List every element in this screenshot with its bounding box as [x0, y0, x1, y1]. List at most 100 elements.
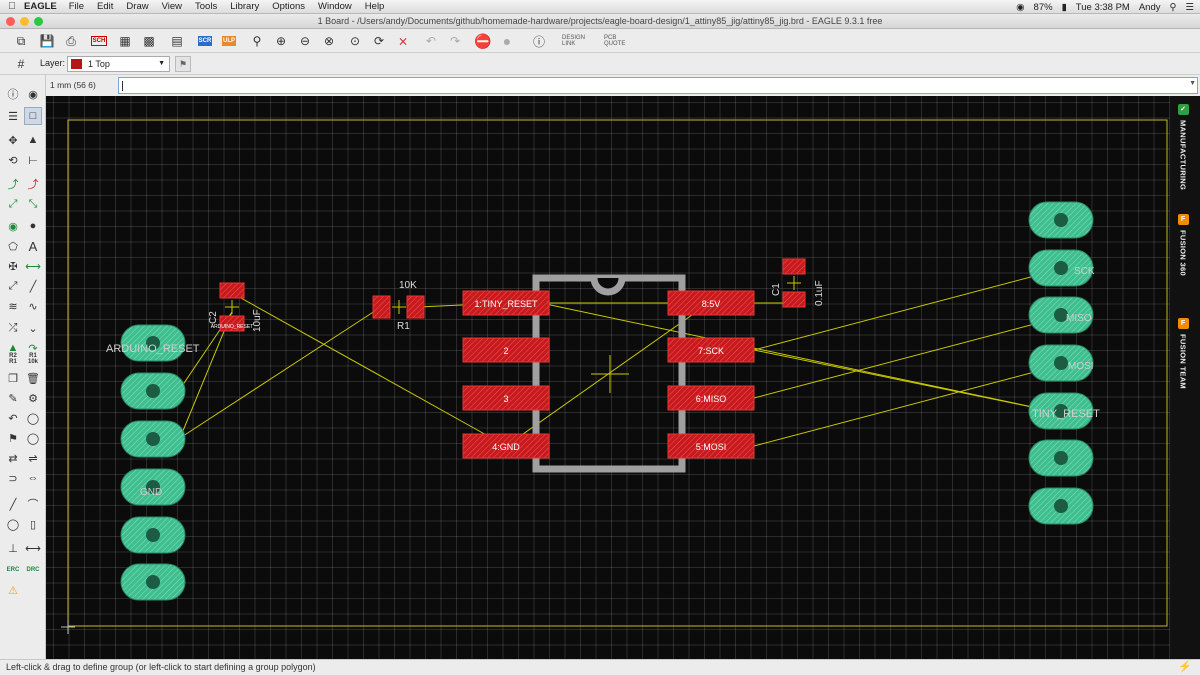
stop-icon[interactable]: ⛔	[474, 32, 492, 50]
board-canvas[interactable]: 1:TINY_RESET 2 3 4:GND 8:5V 7:SCK 6:MISO…	[46, 96, 1170, 659]
mirror-icon[interactable]: ▲	[24, 131, 42, 149]
new-file-icon[interactable]: ⧉	[12, 32, 30, 50]
autorouter-icon[interactable]: ⤢	[4, 195, 22, 213]
smash-icon[interactable]: ╱	[24, 277, 42, 295]
circle-icon[interactable]: ◯	[4, 515, 22, 533]
ratsnest-side-icon[interactable]: ◯	[24, 409, 42, 427]
design-link-button[interactable]: DESIGN LINK	[562, 32, 592, 50]
ripup-icon[interactable]: ⤴	[24, 175, 42, 193]
zoom-fit-icon[interactable]: ⚲	[248, 32, 266, 50]
move-icon[interactable]: ✥	[4, 131, 22, 149]
wire-icon[interactable]: ⟷	[24, 257, 42, 275]
battery-icon[interactable]: ▮	[1062, 2, 1067, 13]
padlock-icon[interactable]: ◯	[24, 429, 42, 447]
left-header-pad-2[interactable]	[120, 372, 186, 410]
mark-icon[interactable]: ⊥	[4, 539, 22, 557]
command-input[interactable]	[118, 77, 1198, 94]
notification-icon[interactable]: ☰	[1185, 2, 1194, 13]
tag-side-icon[interactable]: ⚑	[4, 429, 22, 447]
right-header-pad-1[interactable]	[1028, 201, 1094, 239]
export-icon[interactable]: ▩	[140, 32, 158, 50]
grid-icon[interactable]: #	[12, 55, 30, 73]
app-name-menu[interactable]: EAGLE	[24, 1, 57, 12]
rectangle-icon[interactable]: ▯	[24, 515, 42, 533]
minimize-window-button[interactable]	[20, 17, 29, 26]
menu-tools[interactable]: Tools	[195, 1, 217, 12]
menu-edit[interactable]: Edit	[97, 1, 113, 12]
library-icon[interactable]: ▤	[168, 32, 186, 50]
wrench-icon[interactable]: ⚙	[24, 389, 42, 407]
resistor-r1[interactable]: 10K R1	[372, 280, 425, 332]
wifi-icon[interactable]: ◉	[1016, 2, 1024, 13]
split-icon[interactable]: ✠	[4, 257, 22, 275]
swap-icon[interactable]: ⇄	[4, 449, 22, 467]
ratsnest-icon[interactable]: ⨯	[394, 32, 412, 50]
fanout-icon[interactable]: ⤡	[24, 195, 42, 213]
replace-icon[interactable]: ⤮	[4, 319, 22, 337]
clock[interactable]: Tue 3:38 PM	[1076, 2, 1130, 13]
info-icon[interactable]: ⓘ	[4, 85, 22, 103]
menu-library[interactable]: Library	[230, 1, 259, 12]
zoom-in-icon[interactable]: ⊕	[272, 32, 290, 50]
delete-icon[interactable]: 🗑	[24, 369, 42, 387]
menu-draw[interactable]: Draw	[126, 1, 148, 12]
arc-icon[interactable]: ⌒	[24, 495, 42, 513]
menu-options[interactable]: Options	[272, 1, 305, 12]
via-icon[interactable]: ◉	[4, 217, 22, 235]
align-icon[interactable]: ⊢	[24, 151, 42, 169]
zoom-select-icon[interactable]: ⊙	[346, 32, 364, 50]
show-icon[interactable]: ◉	[24, 85, 42, 103]
optimize-icon[interactable]: ⤢	[4, 277, 22, 295]
ulp-button[interactable]: ULP	[220, 32, 238, 50]
display-layers-icon[interactable]: ☰	[4, 107, 22, 125]
bend-icon[interactable]: ⊃	[4, 469, 22, 487]
line-icon[interactable]: ╱	[4, 495, 22, 513]
gate-swap-icon[interactable]: ⇌	[24, 449, 42, 467]
help-icon[interactable]: ⓘ	[530, 32, 548, 50]
miter-icon[interactable]: ∿	[24, 297, 42, 315]
meander-icon[interactable]: ≋	[4, 297, 22, 315]
tag-icon[interactable]: ⚑	[175, 56, 191, 72]
layer-select[interactable]: 1 Top ▼	[67, 56, 170, 72]
schematic-icon[interactable]: SCH	[90, 32, 108, 50]
menu-window[interactable]: Window	[318, 1, 352, 12]
zoom-out-icon[interactable]: ⊖	[296, 32, 314, 50]
value-icon[interactable]: R1 10k	[24, 350, 42, 368]
redraw-icon[interactable]: ⟳	[370, 32, 388, 50]
rotate-icon[interactable]: ⟲	[4, 151, 22, 169]
left-header-pad-6[interactable]	[120, 563, 186, 601]
battery-percent[interactable]: 87%	[1034, 2, 1053, 13]
capacitor-c2[interactable]: C2 10uF ARDUINO_RESET	[208, 282, 263, 332]
zoom-window-button[interactable]	[34, 17, 43, 26]
tab-fusion-360[interactable]: F FUSION 360	[1172, 214, 1194, 276]
route-icon[interactable]: ⤴	[4, 175, 22, 193]
go-icon[interactable]: ●	[498, 32, 516, 50]
right-header-pad-7[interactable]	[1028, 487, 1094, 525]
copy-icon[interactable]: ❐	[4, 369, 22, 387]
script-button[interactable]: SCR	[196, 32, 214, 50]
board-drawing[interactable]: 1:TINY_RESET 2 3 4:GND 8:5V 7:SCK 6:MISO…	[46, 96, 1170, 659]
left-header-pad-5[interactable]	[120, 516, 186, 554]
menu-file[interactable]: File	[69, 1, 84, 12]
spread-icon[interactable]: ⇔	[24, 469, 42, 487]
tab-manufacturing[interactable]: ✓ MANUFACTURING	[1172, 104, 1194, 190]
group-icon[interactable]: □	[24, 107, 42, 125]
command-history-dropdown-icon[interactable]: ▼	[1189, 80, 1196, 87]
left-header-pad-3[interactable]	[120, 420, 186, 458]
lightning-icon[interactable]: ⚡	[1178, 660, 1192, 675]
name-icon[interactable]: R2 R1	[4, 350, 22, 368]
print-icon[interactable]: ⎙	[62, 32, 80, 50]
attribute-icon[interactable]: ✎	[4, 389, 22, 407]
redo-icon[interactable]: ↷	[446, 32, 464, 50]
menu-view[interactable]: View	[162, 1, 182, 12]
cam-icon[interactable]: ▦	[116, 32, 134, 50]
right-header-pad-6[interactable]	[1028, 439, 1094, 477]
tab-fusion-team[interactable]: F FUSION TEAM	[1172, 318, 1194, 389]
apple-icon[interactable]: 	[0, 1, 24, 12]
hole-icon[interactable]: ●	[24, 217, 42, 235]
user-menu[interactable]: Andy	[1139, 2, 1161, 13]
text-icon[interactable]: A	[24, 237, 42, 255]
warning-icon[interactable]: ⚠	[4, 581, 22, 599]
capacitor-c1[interactable]: C1 0.1uF	[771, 258, 825, 308]
drc-icon[interactable]: DRC	[24, 561, 42, 579]
